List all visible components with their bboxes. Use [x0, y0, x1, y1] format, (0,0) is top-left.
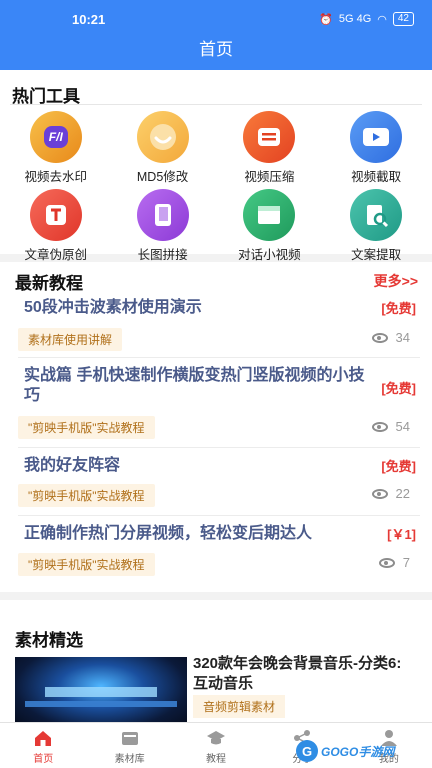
video-clip-icon — [350, 111, 403, 163]
view-count: 22 — [371, 486, 410, 501]
article-icon — [29, 189, 82, 241]
watermark-circle-icon: G — [296, 740, 318, 762]
tool-chat-video[interactable]: 对话小视频 — [218, 189, 320, 263]
tool-label: 视频去水印 — [24, 170, 88, 184]
tutorial-title: 50段冲击波素材使用演示 — [24, 299, 202, 316]
page-title: 首页 — [199, 40, 233, 59]
tool-label: 对话小视频 — [238, 248, 301, 262]
eye-icon — [371, 488, 388, 499]
view-count-value: 34 — [395, 330, 410, 345]
battery-icon: 42 — [392, 12, 414, 26]
tool-text-extract[interactable]: 文案提取 — [325, 189, 427, 263]
divider — [10, 104, 422, 105]
library-icon — [121, 732, 138, 745]
tab-label: 教程 — [206, 754, 227, 765]
tool-long-image-stitch[interactable]: 长图拼接 — [112, 189, 214, 263]
featured-materials-title: 素材精选 — [15, 631, 83, 650]
tutorial-tag: "剪映手机版"实战教程 — [18, 416, 155, 439]
featured-materials-section: 素材精选 320款年会晚会背景音乐-分类6: 互动音乐 音频剪辑素材 — [0, 600, 432, 730]
tutorial-item[interactable]: 50段冲击波素材使用演示 [免费] 素材库使用讲解 34 — [18, 298, 420, 358]
tutorial-title: 我的好友阵容 — [24, 457, 121, 474]
wifi-icon: ◠ — [377, 13, 387, 26]
status-bar: 10:21 ⏰ 5G 4G ◠ 42 — [0, 0, 432, 36]
tool-label: 长图拼接 — [137, 248, 188, 262]
tool-label: MD5修改 — [136, 170, 189, 184]
material-tag: 音频剪辑素材 — [193, 695, 286, 718]
view-count: 54 — [371, 419, 410, 434]
graduation-cap-icon — [207, 731, 226, 745]
compress-icon — [243, 111, 296, 163]
more-link[interactable]: 更多>> — [374, 271, 418, 291]
tutorial-tag: "剪映手机版"实战教程 — [18, 553, 155, 576]
tool-label: 视频压缩 — [244, 170, 295, 184]
tool-grid: F/I 视频去水印 MD5修改 视频压缩 视频截取 文章伪原创 长图拼接 对话小… — [0, 111, 432, 263]
tool-md5-modify[interactable]: MD5修改 — [112, 111, 214, 185]
tool-label: 视频截取 — [351, 170, 402, 184]
tab-label: 素材库 — [114, 754, 145, 765]
tab-library[interactable]: 素材库 — [86, 723, 172, 768]
tutorial-price: [免费] — [381, 459, 416, 474]
latest-tutorials-section: 最新教程 更多>> 50段冲击波素材使用演示 [免费] 素材库使用讲解 34 实… — [0, 262, 432, 592]
text-extract-icon — [350, 189, 403, 241]
eye-icon — [371, 332, 388, 343]
view-count-value: 7 — [402, 555, 410, 570]
view-count: 7 — [378, 555, 410, 570]
home-icon — [35, 731, 52, 746]
tutorial-price: [免费] — [381, 381, 416, 396]
view-count-value: 54 — [395, 419, 410, 434]
tutorial-price: [￥1] — [387, 527, 416, 542]
tab-home[interactable]: 首页 — [0, 723, 86, 768]
tutorial-item[interactable]: 我的好友阵容 [免费] "剪映手机版"实战教程 22 — [18, 456, 420, 516]
tool-label: 文章伪原创 — [24, 248, 88, 262]
chat-video-icon — [243, 189, 296, 241]
alarm-icon: ⏰ — [319, 13, 333, 26]
tool-video-watermark-remove[interactable]: F/I 视频去水印 — [5, 111, 107, 185]
watermark-logo: G GOGO手游网 — [296, 738, 414, 764]
view-count: 34 — [371, 330, 410, 345]
smile-icon — [136, 111, 189, 163]
watermark-text: GOGO手游网 — [321, 744, 395, 759]
tutorial-tag: 素材库使用讲解 — [18, 328, 123, 351]
tutorial-title: 正确制作热门分屏视频，轻松变后期达人 — [24, 525, 313, 542]
status-icons: ⏰ 5G 4G ◠ 42 — [319, 12, 414, 26]
tutorial-item[interactable]: 实战篇 手机快速制作横版变热门竖版视频的小技巧 [免费] "剪映手机版"实战教程… — [18, 366, 420, 448]
status-time: 10:21 — [72, 12, 106, 27]
signal-icon: 5G 4G — [338, 13, 372, 25]
book-icon — [136, 189, 189, 241]
view-count-value: 22 — [395, 486, 410, 501]
latest-tutorials-title: 最新教程 — [15, 274, 83, 293]
eye-icon — [378, 557, 395, 568]
tool-label: 文案提取 — [351, 248, 402, 262]
tutorial-item[interactable]: 正确制作热门分屏视频，轻松变后期达人 [￥1] "剪映手机版"实战教程 7 — [18, 524, 420, 584]
material-thumbnail[interactable] — [15, 657, 187, 730]
tool-article-rewrite[interactable]: 文章伪原创 — [5, 189, 107, 263]
tab-tutorials[interactable]: 教程 — [173, 723, 259, 768]
nav-bar: 首页 — [0, 36, 432, 70]
tutorial-tag: "剪映手机版"实战教程 — [18, 484, 155, 507]
tutorial-title: 实战篇 手机快速制作横版变热门竖版视频的小技巧 — [24, 367, 365, 404]
tutorial-price: [免费] — [381, 301, 416, 316]
material-title[interactable]: 320款年会晚会背景音乐-分类6: 互动音乐 — [193, 654, 418, 694]
tool-video-clip[interactable]: 视频截取 — [325, 111, 427, 185]
tool-video-compress[interactable]: 视频压缩 — [218, 111, 320, 185]
watermark-remove-icon: F/I — [29, 111, 82, 163]
eye-icon — [371, 421, 388, 432]
tab-label: 首页 — [33, 754, 54, 765]
hot-tools-section: 热门工具 F/I 视频去水印 MD5修改 视频压缩 视频截取 文章伪原创 长图拼… — [0, 70, 432, 262]
